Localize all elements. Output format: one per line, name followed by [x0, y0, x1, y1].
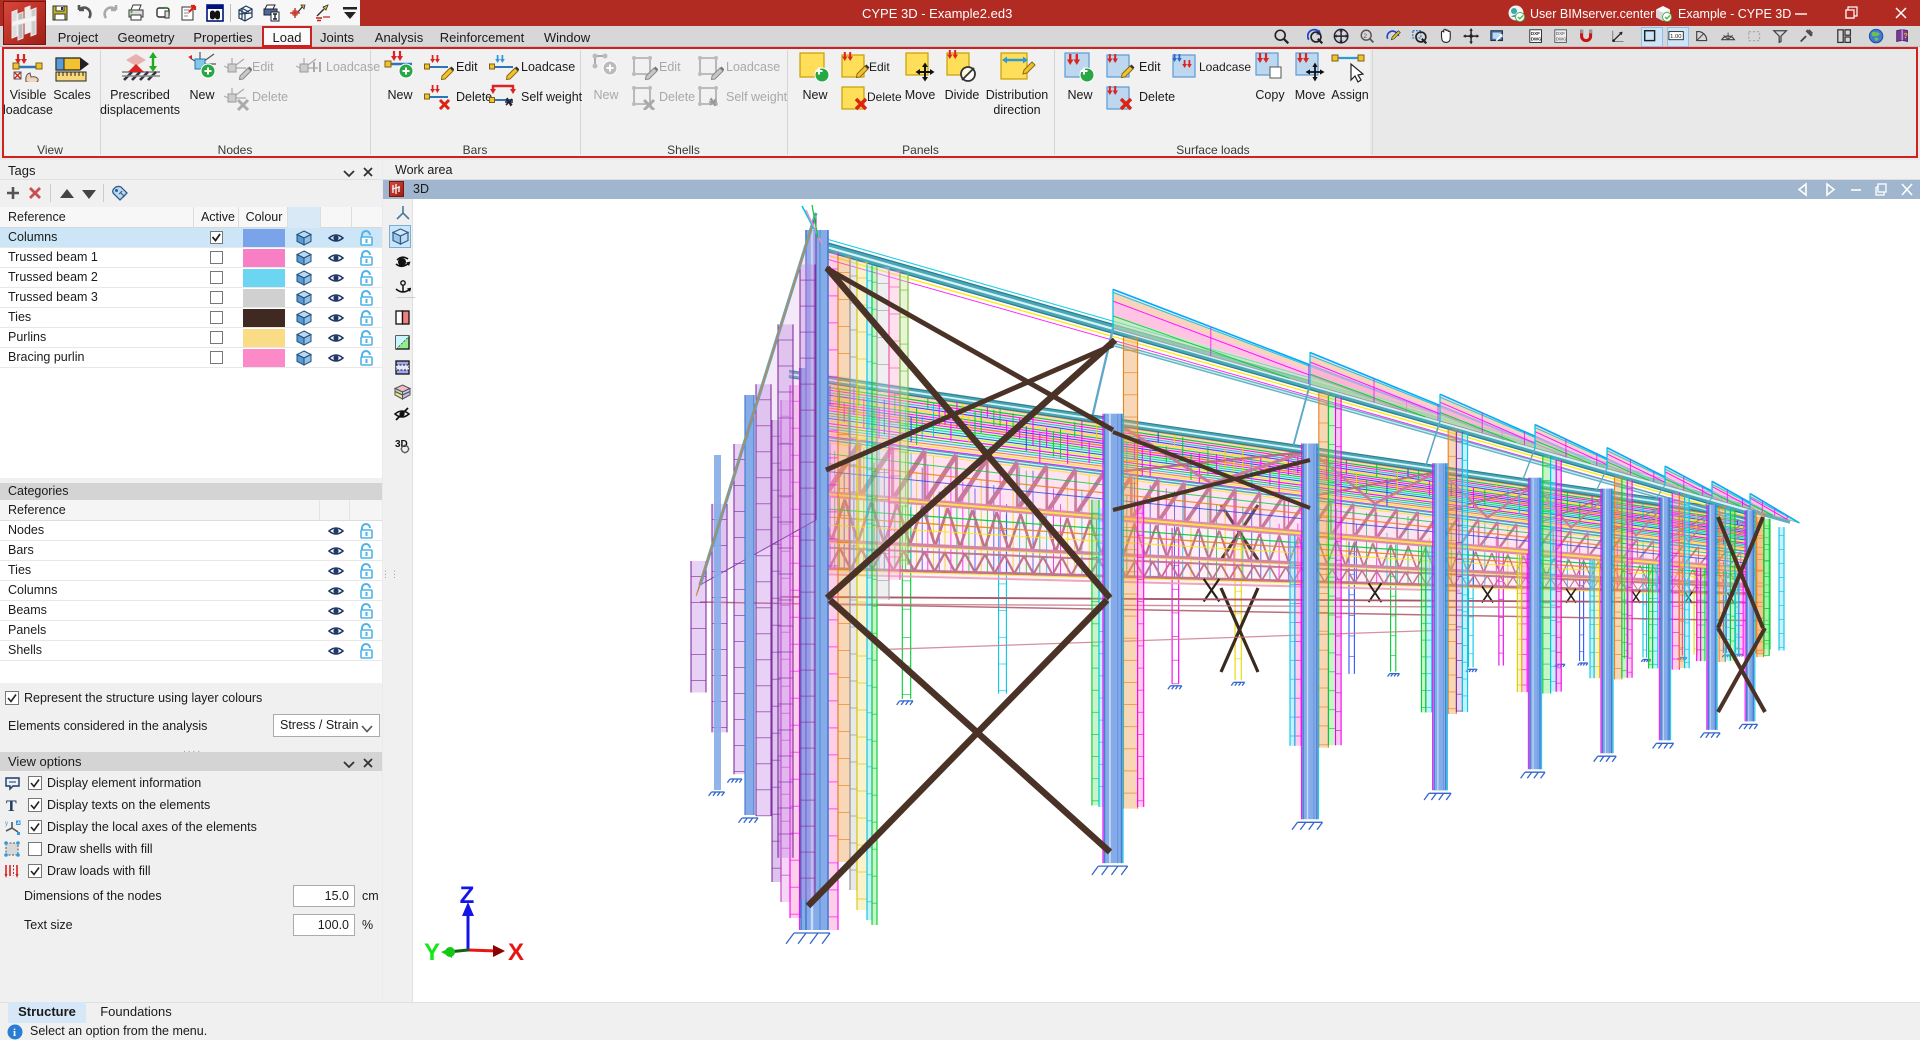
svg-text:DXF: DXF — [1531, 31, 1540, 36]
svg-text:DXF: DXF — [1556, 31, 1565, 36]
svg-text:DWG: DWG — [1556, 37, 1567, 42]
svg-text:X: X — [508, 939, 524, 966]
svg-text:DWG: DWG — [1531, 37, 1542, 42]
svg-text:Y: Y — [424, 939, 440, 966]
svg-text:y: y — [5, 821, 8, 827]
svg-text:1.00: 1.00 — [1670, 34, 1682, 40]
svg-text:2: 2 — [1364, 33, 1368, 40]
svg-text:?: ? — [1903, 31, 1907, 40]
svg-text:Z: Z — [460, 882, 475, 909]
svg-text:i: i — [13, 1027, 16, 1039]
svg-text:T: T — [6, 798, 17, 813]
